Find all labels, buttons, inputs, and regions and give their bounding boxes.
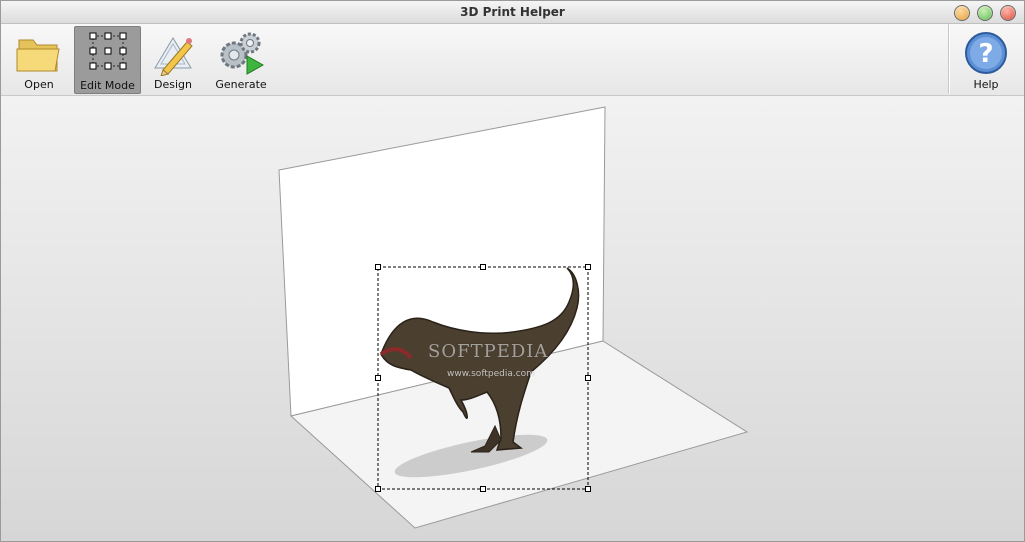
- window-title: 3D Print Helper: [460, 5, 565, 19]
- help-button[interactable]: ? Help: [955, 26, 1017, 92]
- watermark-text: SOFTPEDIA: [428, 341, 549, 362]
- open-button[interactable]: Open: [7, 26, 71, 92]
- resize-handle-bottom[interactable]: [480, 486, 486, 492]
- gears-play-icon: [220, 32, 265, 75]
- selection-grid-icon: [89, 32, 126, 70]
- edit-mode-button[interactable]: Edit Mode: [74, 26, 141, 94]
- watermark-url: www.softpedia.com: [447, 369, 535, 379]
- resize-handle-bottom-right[interactable]: [585, 486, 591, 492]
- resize-handle-right[interactable]: [585, 375, 591, 381]
- design-button[interactable]: Design: [143, 26, 203, 92]
- resize-handle-top[interactable]: [480, 264, 486, 270]
- generate-label: Generate: [215, 78, 267, 91]
- help-label: Help: [973, 78, 999, 91]
- resize-handle-top-left[interactable]: [375, 264, 381, 270]
- resize-handle-left[interactable]: [375, 375, 381, 381]
- maximize-button[interactable]: [977, 5, 993, 21]
- toolbar-separator: [948, 24, 950, 94]
- design-label: Design: [154, 78, 192, 91]
- resize-handle-top-right[interactable]: [585, 264, 591, 270]
- scene: [278, 106, 749, 529]
- open-label: Open: [24, 78, 54, 91]
- minimize-button[interactable]: [954, 5, 970, 21]
- app-window: 3D Print Helper Open Edit Mode Design Ge…: [0, 0, 1025, 542]
- design-pencil-icon: [154, 37, 193, 76]
- resize-handle-bottom-left[interactable]: [375, 486, 381, 492]
- title-bar[interactable]: 3D Print Helper: [1, 1, 1024, 24]
- viewport-canvas[interactable]: SOFTPEDIA www.softpedia.com: [1, 96, 1024, 541]
- folder-icon: [16, 39, 60, 72]
- help-question-icon: ?: [965, 32, 1007, 74]
- svg-text:?: ?: [978, 39, 993, 69]
- close-button[interactable]: [1000, 5, 1016, 21]
- toolbar: Open Edit Mode Design Generate ? Help: [1, 24, 1024, 96]
- generate-button[interactable]: Generate: [209, 26, 273, 92]
- edit-mode-label: Edit Mode: [80, 79, 135, 92]
